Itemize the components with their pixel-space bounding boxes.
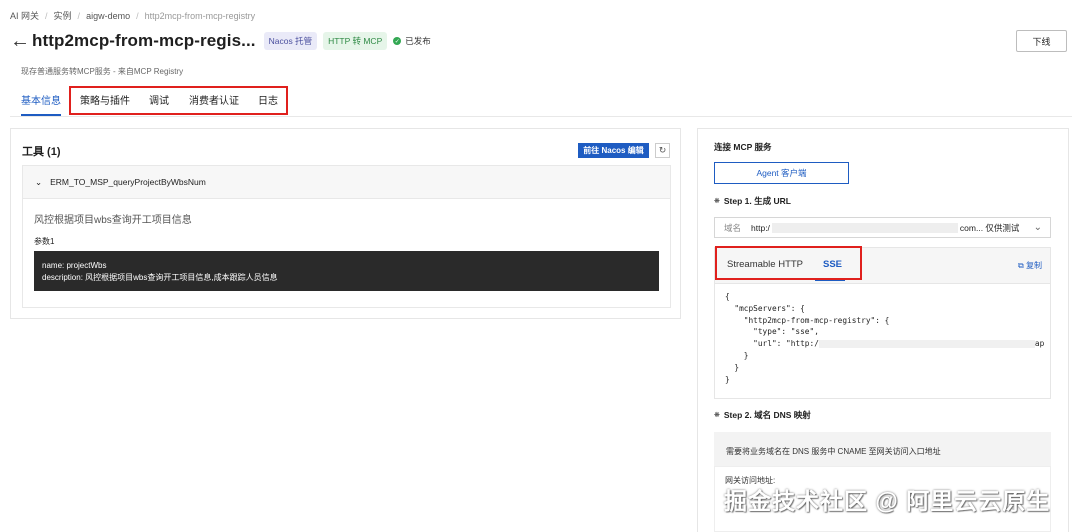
code-line: } (725, 350, 749, 360)
redacted-url (818, 340, 1035, 349)
domain-select[interactable]: 域名 http:/ com... 仅供测试 ⌄ (714, 217, 1051, 238)
breadcrumb-ai-gateway[interactable]: AI 网关 (10, 9, 39, 22)
params-label: 参数1 (34, 237, 55, 246)
page-title: http2mcp-from-mcp-regis... (32, 31, 256, 50)
tool-description: 风控根据项目wbs查询开工项目信息 (34, 215, 192, 226)
step2-heading: ❋ Step 2. 域名 DNS 映射 (714, 409, 811, 421)
param-code-block: name: projectWbs description: 风控根据项目wbs查… (34, 251, 659, 291)
check-circle-icon: ✓ (393, 37, 402, 45)
breadcrumb: AI 网关 / 实例 / aigw-demo / http2mcp-from-m… (10, 9, 255, 22)
edit-in-nacos-button[interactable]: 前往 Nacos 编辑 (578, 143, 649, 158)
breadcrumb-separator: / (136, 10, 139, 21)
step-bullet-icon: ❋ (714, 198, 720, 205)
chevron-down-icon[interactable]: ⌄ (35, 177, 42, 188)
step1-label: Step 1. 生成 URL (723, 196, 791, 206)
refresh-icon[interactable]: ↻ (655, 143, 670, 158)
back-arrow-icon[interactable]: ← (10, 31, 32, 51)
status-badge: ✓ 已发布 (393, 35, 431, 47)
tool-name: ERM_TO_MSP_queryProjectByWbsNum (50, 177, 206, 187)
connect-panel: 连接 MCP 服务 Agent 客户端 ❋ Step 1. 生成 URL 域名 … (697, 128, 1069, 532)
code-line: "type": "sse", (725, 327, 819, 337)
code-url-tail: ap (1034, 339, 1045, 349)
redacted-domain (771, 222, 958, 233)
tools-panel: 工具 (1) 前往 Nacos 编辑 ↻ ⌄ ERM_TO_MSP_queryP… (10, 128, 681, 319)
domain-suffix: com... 仅供测试 (959, 222, 1020, 233)
tools-title: 工具 (1) (22, 146, 61, 158)
offline-button[interactable]: 下线 (1016, 30, 1067, 52)
breadcrumb-separator: / (45, 10, 48, 21)
step1-heading: ❋ Step 1. 生成 URL (714, 195, 791, 207)
code-line-url: "url": "http:/ ap (725, 338, 1044, 350)
param-name: name: projectWbs (42, 261, 107, 270)
agent-client-button[interactable]: Agent 客户端 (714, 162, 849, 184)
page-header: ← http2mcp-from-mcp-regis... Nacos 托管 HT… (10, 31, 431, 51)
nacos-managed-badge: Nacos 托管 (263, 32, 318, 50)
highlight-box (69, 86, 288, 115)
param-description: description: 风控根据项目wbs查询开工项目信息,成本跟踪人员信息 (42, 273, 278, 282)
domain-prefix: http:/ (751, 222, 770, 233)
code-line: } (725, 374, 730, 384)
code-line: { (725, 292, 730, 301)
copy-label: 复制 (1026, 261, 1042, 270)
config-json: { "mcpServers": { "http2mcp-from-mcp-reg… (725, 291, 1044, 385)
tool-card: ⌄ ERM_TO_MSP_queryProjectByWbsNum 风控根据项目… (22, 165, 671, 308)
code-line: } (725, 362, 740, 372)
breadcrumb-separator: / (77, 10, 81, 21)
breadcrumb-current: http2mcp-from-mcp-registry (144, 10, 256, 21)
tab-basic-info[interactable]: 基本信息 (21, 88, 61, 116)
dns-instruction: 需要将业务域名在 DNS 服务中 CNAME 至网关访问入口地址 (726, 447, 941, 456)
highlight-box (715, 246, 862, 280)
copy-button[interactable]: ⧉ 复制 (1018, 260, 1042, 271)
step2-label: Step 2. 域名 DNS 映射 (723, 410, 811, 420)
code-url-prefix: "url": "http:/ (725, 339, 819, 349)
watermark-text: 掘金技术社区 @ 阿里云云原生 (724, 488, 1051, 514)
code-line: "mcpServers": { (725, 303, 805, 313)
domain-label: 域名 (724, 222, 742, 233)
step-bullet-icon: ❋ (714, 412, 720, 419)
copy-icon: ⧉ (1018, 261, 1024, 270)
tool-header[interactable]: ⌄ ERM_TO_MSP_queryProjectByWbsNum (23, 166, 670, 199)
code-line: "http2mcp-from-mcp-registry": { (725, 315, 890, 325)
http-to-mcp-badge: HTTP 转 MCP (323, 32, 388, 50)
page-subtitle: 现存普通服务转MCP服务 - 来自MCP Registry (21, 67, 184, 76)
breadcrumb-instance[interactable]: aigw-demo (86, 11, 130, 21)
breadcrumb-instances[interactable]: 实例 (54, 9, 72, 22)
chevron-down-icon[interactable]: ⌄ (1034, 222, 1042, 233)
status-label: 已发布 (405, 36, 431, 46)
connect-title: 连接 MCP 服务 (714, 142, 772, 152)
